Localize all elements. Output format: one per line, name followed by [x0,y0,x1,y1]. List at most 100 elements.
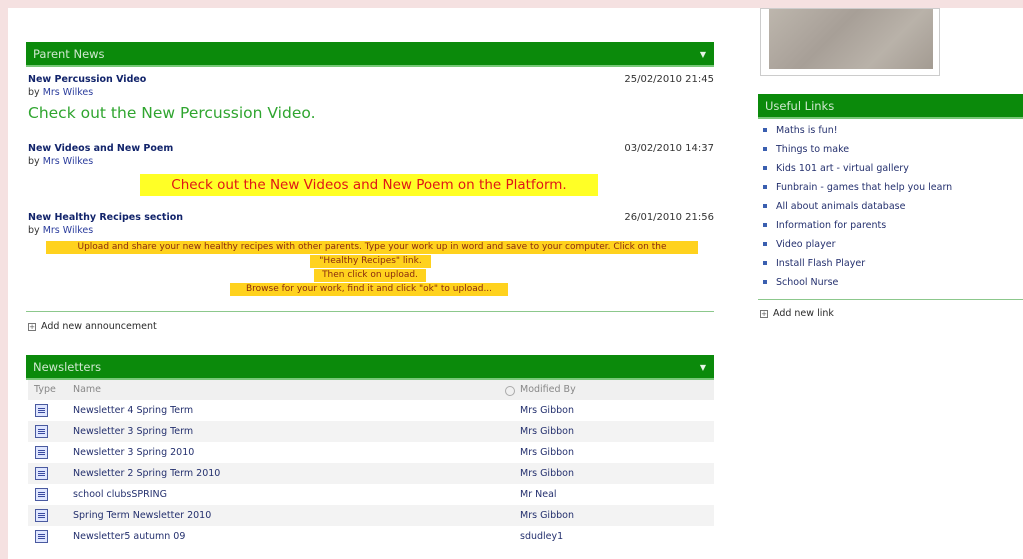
column-header-modified-by[interactable]: Modified By [520,380,576,400]
news-item-title[interactable]: New Healthy Recipes section [28,212,714,223]
bullet-icon [763,242,767,246]
word-document-icon[interactable] [35,425,48,438]
document-name-link[interactable]: Spring Term Newsletter 2010 [73,505,211,526]
bullet-icon [763,223,767,227]
modified-by-link[interactable]: Mrs Gibbon [520,463,574,484]
table-row[interactable]: Newsletter 2 Spring Term 2010 Mrs Gibbon [28,463,714,484]
useful-link-label[interactable]: Install Flash Player [776,258,865,269]
useful-link-label[interactable]: Kids 101 art - virtual gallery [776,163,909,174]
useful-link[interactable]: Kids 101 art - virtual gallery [760,163,909,174]
column-header-type[interactable]: Type [34,380,56,400]
word-document-icon[interactable] [35,404,48,417]
by-label: by [28,225,40,236]
author-link[interactable]: Mrs Wilkes [43,156,94,167]
news-item-body: Check out the New Videos and New Poem on… [140,174,598,196]
useful-link[interactable]: All about animals database [760,201,905,212]
news-item-date: 25/02/2010 21:45 [624,74,714,85]
document-name-link[interactable]: Newsletter 3 Spring Term [73,421,193,442]
document-name-link[interactable]: Newsletter5 autumn 09 [73,526,185,547]
column-header-name[interactable]: Name [73,380,101,400]
photo-image [769,9,933,69]
word-document-icon[interactable] [35,467,48,480]
useful-link[interactable]: Install Flash Player [760,258,865,269]
plus-box-icon: + [28,322,36,331]
modified-by-link[interactable]: Mrs Gibbon [520,442,574,463]
add-link-link[interactable]: + Add new link [760,308,834,319]
useful-link[interactable]: Video player [760,239,836,250]
news-item-date: 26/01/2010 21:56 [624,212,714,223]
news-item-byline: by Mrs Wilkes [28,225,714,236]
bullet-icon [763,185,767,189]
bullet-icon [763,147,767,151]
add-announcement-link[interactable]: + Add new announcement [28,321,157,332]
useful-link[interactable]: Things to make [760,144,849,155]
modified-by-link[interactable]: Mrs Gibbon [520,400,574,421]
bullet-icon [763,204,767,208]
news-item-title[interactable]: New Percussion Video [28,74,714,85]
author-link[interactable]: Mrs Wilkes [43,225,94,236]
useful-link-label[interactable]: Funbrain - games that help you learn [776,182,952,193]
news-item: New Healthy Recipes section by Mrs Wilke… [28,212,714,296]
useful-link-label[interactable]: School Nurse [776,277,838,288]
word-document-icon[interactable] [35,509,48,522]
useful-link-label[interactable]: All about animals database [776,201,905,212]
plus-box-icon: + [760,309,768,318]
news-body-line: Browse for your work, find it and click … [230,283,508,296]
word-document-icon[interactable] [35,446,48,459]
table-row[interactable]: Newsletter5 autumn 09 sdudley1 [28,526,714,547]
table-row[interactable]: school clubsSPRING Mr Neal [28,484,714,505]
sort-circle-icon[interactable] [505,386,515,396]
useful-link[interactable]: Funbrain - games that help you learn [760,182,952,193]
parent-news-header[interactable]: Parent News ▼ [26,42,714,67]
modified-by-link[interactable]: Mr Neal [520,484,557,505]
useful-link[interactable]: School Nurse [760,277,838,288]
useful-link-label[interactable]: Video player [776,239,836,250]
news-body-line: Upload and share your new healthy recipe… [46,241,698,254]
news-item: New Videos and New Poem by Mrs Wilkes 03… [28,143,714,196]
chevron-down-icon[interactable]: ▼ [700,42,706,67]
table-row[interactable]: Newsletter 4 Spring Term Mrs Gibbon [28,400,714,421]
add-link-label: Add new link [773,308,834,319]
newsletters-title: Newsletters [33,360,102,374]
news-body-line: Then click on upload. [314,269,426,282]
news-item-byline: by Mrs Wilkes [28,87,714,98]
page-canvas: Parent News ▼ New Percussion Video by Mr… [8,8,1023,559]
word-document-icon[interactable] [35,530,48,543]
useful-link-label[interactable]: Things to make [776,144,849,155]
bullet-icon [763,261,767,265]
parent-news-title: Parent News [33,47,105,61]
document-name-link[interactable]: Newsletter 3 Spring 2010 [73,442,194,463]
modified-by-link[interactable]: Mrs Gibbon [520,505,574,526]
chevron-down-icon[interactable]: ▼ [700,355,706,380]
table-header: Type Name Modified By [28,380,714,400]
table-row[interactable]: Newsletter 3 Spring Term Mrs Gibbon [28,421,714,442]
modified-by-link[interactable]: sdudley1 [520,526,563,547]
news-item-byline: by Mrs Wilkes [28,156,714,167]
useful-link-label[interactable]: Information for parents [776,220,886,231]
table-row[interactable]: Spring Term Newsletter 2010 Mrs Gibbon [28,505,714,526]
useful-links-title: Useful Links [765,99,835,113]
word-document-icon[interactable] [35,488,48,501]
photo-frame [760,8,940,76]
useful-links-header[interactable]: Useful Links [758,94,1023,119]
document-name-link[interactable]: Newsletter 2 Spring Term 2010 [73,463,220,484]
useful-link[interactable]: Information for parents [760,220,886,231]
document-name-link[interactable]: school clubsSPRING [73,484,167,505]
bullet-icon [763,128,767,132]
bullet-icon [763,280,767,284]
by-label: by [28,156,40,167]
news-item-date: 03/02/2010 14:37 [624,143,714,154]
news-body-line: "Healthy Recipes" link. [310,255,431,268]
useful-link-label[interactable]: Maths is fun! [776,125,838,136]
news-item-title[interactable]: New Videos and New Poem [28,143,714,154]
useful-link[interactable]: Maths is fun! [760,125,838,136]
modified-by-link[interactable]: Mrs Gibbon [520,421,574,442]
divider [26,311,714,312]
newsletters-header[interactable]: Newsletters ▼ [26,355,714,380]
document-name-link[interactable]: Newsletter 4 Spring Term [73,400,193,421]
by-label: by [28,87,40,98]
table-row[interactable]: Newsletter 3 Spring 2010 Mrs Gibbon [28,442,714,463]
add-announcement-label: Add new announcement [41,321,157,332]
author-link[interactable]: Mrs Wilkes [43,87,94,98]
news-item: New Percussion Video by Mrs Wilkes 25/02… [28,74,714,122]
